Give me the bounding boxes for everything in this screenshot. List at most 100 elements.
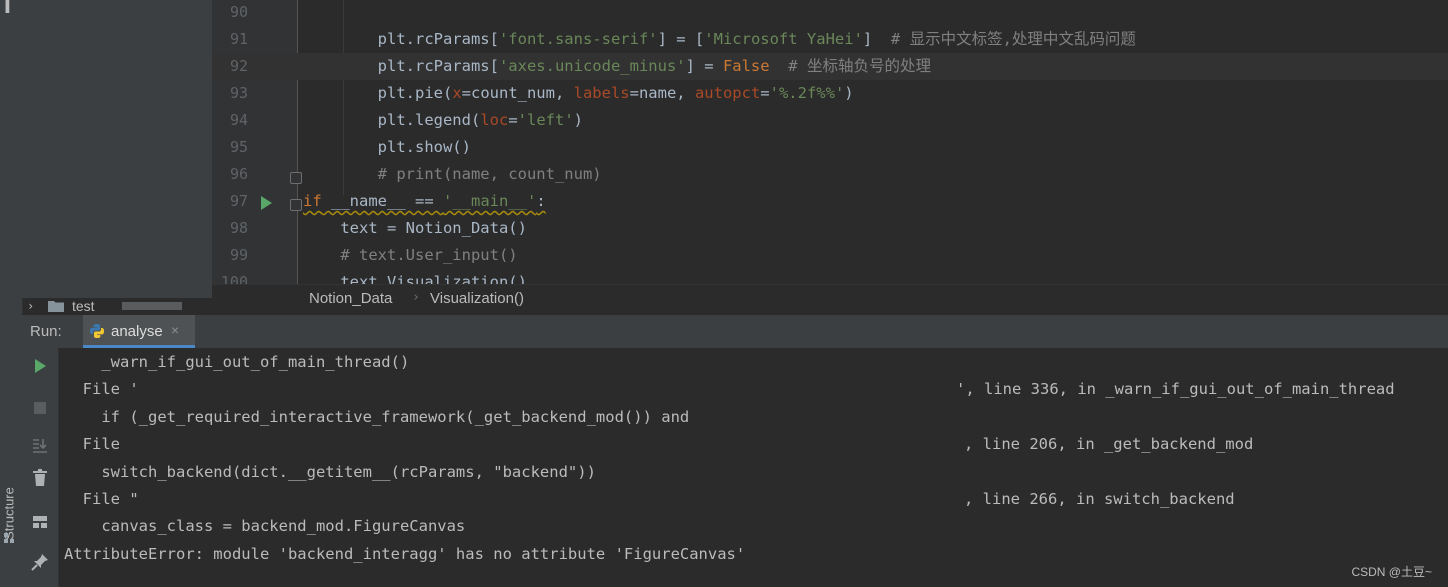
code-token: loc	[480, 111, 509, 129]
code-token: 'left'	[517, 111, 574, 129]
breadcrumb-class[interactable]: Notion_Data	[309, 290, 392, 307]
code-token: plt.pie(	[303, 84, 453, 102]
breadcrumb-method[interactable]: Visualization()	[430, 290, 524, 307]
code-token: =	[760, 84, 770, 102]
pin-icon[interactable]	[30, 552, 50, 572]
code-token: ] =	[685, 57, 723, 75]
console-line: if (_get_required_interactive_framework(…	[64, 407, 690, 426]
code-token: ]	[862, 30, 891, 48]
line-number: 94	[229, 111, 248, 129]
console-line: File '	[64, 380, 139, 399]
console-line: AttributeError: module 'backend_interagg…	[64, 544, 746, 563]
folder-icon	[48, 301, 64, 312]
line-number: 96	[229, 165, 248, 183]
code-line[interactable]: 100 text.Visualization()	[212, 269, 1448, 284]
code-line-current[interactable]: 92 plt.rcParams['axes.unicode_minus'] = …	[212, 53, 1448, 80]
code-token: # 坐标轴负号的处理	[788, 57, 931, 75]
line-number: 93	[229, 84, 248, 102]
code-text: text = Notion_Data()	[303, 215, 527, 242]
code-token: '%.2f%%'	[769, 84, 845, 102]
code-token: __name__ ==	[321, 192, 443, 210]
code-editor[interactable]: 90 91 plt.rcParams['font.sans-serif'] = […	[212, 0, 1448, 284]
code-token: # print(name, count_num)	[377, 165, 602, 183]
run-panel-header: Run: analyse ×	[22, 314, 1448, 349]
line-number: 91	[229, 30, 248, 48]
code-token: plt.show()	[303, 138, 471, 156]
line-number: 98	[229, 219, 248, 237]
console-line: canvas_class = backend_mod.FigureCanvas	[64, 517, 466, 536]
structure-icon	[4, 533, 14, 543]
code-token: =count_num,	[461, 84, 574, 102]
code-text: if __name__ == '__main__':	[303, 188, 546, 215]
code-line[interactable]: 91 plt.rcParams['font.sans-serif'] = ['M…	[212, 26, 1448, 53]
close-icon[interactable]: ×	[171, 322, 179, 338]
console-line: switch_backend(dict.__getitem__(rcParams…	[64, 462, 596, 481]
fold-marker-icon[interactable]	[290, 172, 302, 184]
code-line[interactable]: 90	[212, 0, 1448, 26]
code-text: text.Visualization()	[303, 269, 527, 284]
code-token: ] = [	[657, 30, 705, 48]
horizontal-scrollbar[interactable]	[122, 302, 182, 310]
code-token: plt.legend(	[303, 111, 481, 129]
code-line[interactable]: 94 plt.legend(loc='left')	[212, 107, 1448, 134]
code-text: plt.rcParams['font.sans-serif'] = ['Micr…	[303, 26, 1136, 53]
line-number: 90	[229, 3, 248, 21]
code-text: # print(name, count_num)	[303, 161, 602, 188]
code-text: plt.rcParams['axes.unicode_minus'] = Fal…	[303, 53, 931, 80]
run-panel-label: Run:	[30, 323, 62, 340]
code-token: plt.rcParams[	[303, 30, 499, 48]
code-line[interactable]: 99 # text.User_input()	[212, 242, 1448, 269]
code-token: text = Notion_Data()	[303, 219, 527, 237]
console-line-tail: , line 206, in _get_backend_mod	[964, 435, 1254, 454]
code-line[interactable]: 93 plt.pie(x=count_num, labels=name, aut…	[212, 80, 1448, 107]
code-line[interactable]: 96 # print(name, count_num)	[212, 161, 1448, 188]
code-token: if	[303, 192, 322, 210]
code-token: # 显示中文标签,处理中文乱码问题	[890, 30, 1136, 48]
line-number: 97	[229, 192, 248, 210]
code-line[interactable]: 97 if __name__ == '__main__':	[212, 188, 1448, 215]
code-token: )	[844, 84, 854, 102]
code-token: '__main__'	[443, 192, 537, 210]
stop-icon[interactable]	[30, 398, 50, 418]
code-text: plt.show()	[303, 134, 471, 161]
run-tab-analyse[interactable]: analyse ×	[83, 315, 195, 348]
code-token: )	[573, 111, 583, 129]
code-token: False	[722, 57, 770, 75]
code-token: 'axes.unicode_minus'	[498, 57, 686, 75]
breadcrumb: Notion_Data › Visualization()	[212, 284, 1448, 315]
code-token: x	[452, 84, 462, 102]
console-line: File	[64, 435, 120, 454]
code-text: # text.User_input()	[303, 242, 518, 269]
run-console-output[interactable]: _warn_if_gui_out_of_main_thread() File '…	[59, 348, 1448, 587]
code-text: plt.legend(loc='left')	[303, 107, 583, 134]
line-number: 100	[220, 273, 248, 284]
console-line-tail: ', line 336, in _warn_if_gui_out_of_main…	[956, 380, 1395, 399]
scroll-to-end-icon[interactable]	[30, 436, 50, 456]
line-number: 95	[229, 138, 248, 156]
layout-icon[interactable]	[30, 512, 50, 532]
code-token: =name,	[629, 84, 695, 102]
structure-side-tab[interactable]: Structure	[2, 470, 20, 560]
run-toolbar	[22, 348, 59, 587]
breadcrumb-separator: ›	[412, 290, 420, 305]
watermark: CSDN @土豆~	[1351, 565, 1432, 579]
line-number: 99	[229, 246, 248, 264]
run-gutter-icon[interactable]	[261, 196, 272, 210]
code-token: =	[508, 111, 518, 129]
trash-icon[interactable]	[30, 468, 50, 488]
code-token: # text.User_input()	[340, 246, 518, 264]
run-tab-label: analyse	[111, 323, 163, 340]
python-icon	[90, 324, 104, 338]
code-token: 'Microsoft YaHei'	[704, 30, 863, 48]
console-line-tail: , line 266, in switch_backend	[964, 490, 1235, 508]
tree-item-label: test	[72, 298, 95, 314]
fold-marker-icon[interactable]	[290, 199, 302, 211]
project-tree-item-test[interactable]: › test	[22, 298, 212, 314]
code-line[interactable]: 98 text = Notion_Data()	[212, 215, 1448, 242]
code-line[interactable]: 95 plt.show()	[212, 134, 1448, 161]
chevron-right-icon[interactable]: ›	[27, 299, 34, 313]
rerun-icon[interactable]	[30, 356, 50, 376]
